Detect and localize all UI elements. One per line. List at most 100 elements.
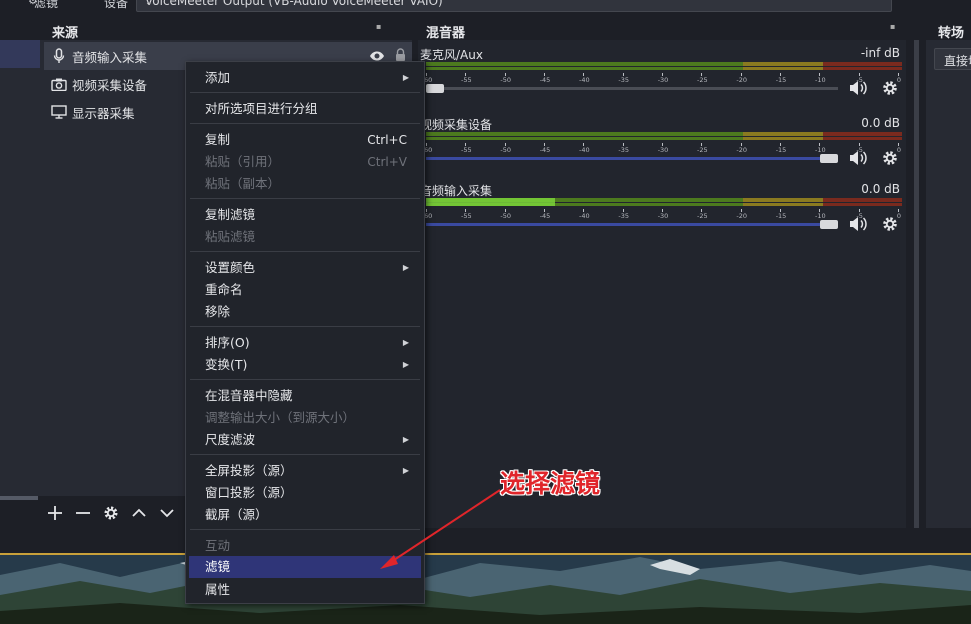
- device-select[interactable]: VoiceMeeter Output (VB-Audio VoiceMeeter…: [136, 0, 892, 12]
- top-bar: ⚙ 滤镜 设备 VoiceMeeter Output (VB-Audio Voi…: [0, 0, 971, 12]
- speaker-icon[interactable]: [848, 214, 868, 234]
- scale-label: -10: [815, 212, 826, 220]
- meter-segment: [822, 137, 902, 140]
- source-properties-gear-icon[interactable]: [102, 504, 120, 522]
- sources-float-icon[interactable]: ▪: [376, 22, 381, 40]
- menu-item: 粘贴滤镜: [189, 226, 421, 248]
- meter-scale: -60 -55 -50 -45 -40 -35 -30 -25 -20 -15 -10 -5 0: [422, 73, 902, 87]
- volume-slider[interactable]: [426, 84, 838, 93]
- gear-icon[interactable]: [880, 148, 900, 168]
- mixer-channel-db: 0.0 dB: [861, 116, 900, 130]
- source-label: 显示器采集: [72, 105, 135, 121]
- volume-slider[interactable]: [426, 220, 838, 229]
- meter-segment: [426, 62, 744, 66]
- menu-item[interactable]: 属性: [189, 579, 421, 601]
- scene-item-selected[interactable]: [0, 40, 40, 68]
- menu-item[interactable]: 截屏（源）: [189, 504, 421, 526]
- scale-label: -10: [815, 146, 826, 154]
- submenu-arrow-icon: ▶: [402, 435, 409, 444]
- meter-segment: [743, 198, 823, 202]
- menu-item[interactable]: 窗口投影（源）: [189, 482, 421, 504]
- move-up-chevron-icon[interactable]: [130, 504, 148, 522]
- menu-item-label: 粘贴（副本）: [205, 176, 281, 191]
- scale-label: -20: [736, 212, 747, 220]
- menu-item[interactable]: 变换(T) ▶: [189, 354, 421, 376]
- menu-item[interactable]: 全屏投影（源） ▶: [189, 460, 421, 482]
- gear-icon[interactable]: [880, 78, 900, 98]
- meter-level: [426, 198, 555, 206]
- sources-dock-title: 来源: [52, 26, 79, 41]
- transitions-dock-title: 转场特: [938, 26, 965, 60]
- menu-item-label: 复制: [205, 132, 231, 147]
- menu-item[interactable]: 对所选项目进行分组: [189, 98, 421, 120]
- menu-item-label: 排序(O): [205, 335, 250, 350]
- menu-item[interactable]: 复制滤镜: [189, 204, 421, 226]
- menu-item[interactable]: 排序(O) ▶: [189, 332, 421, 354]
- meter-segment: [743, 62, 823, 66]
- scale-label: -35: [618, 146, 629, 154]
- menu-item-shortcut: Ctrl+C: [367, 133, 407, 147]
- source-label: 视频采集设备: [72, 77, 148, 93]
- volume-slider-knob[interactable]: [426, 84, 444, 93]
- gear-icon[interactable]: [880, 214, 900, 234]
- menu-item[interactable]: 尺度滤波 ▶: [189, 429, 421, 451]
- scale-label: -15: [775, 212, 787, 220]
- scale-label: -15: [775, 76, 787, 84]
- menu-item-label: 调整输出大小（到源大小）: [205, 410, 356, 425]
- speaker-icon[interactable]: [848, 148, 868, 168]
- meter-segment: [426, 132, 744, 136]
- volume-slider[interactable]: [426, 154, 838, 163]
- menu-item-label: 变换(T): [205, 357, 248, 372]
- menu-item[interactable]: 移除: [189, 301, 421, 323]
- menu-separator: [190, 123, 420, 124]
- menu-separator: [190, 379, 420, 380]
- remove-source-button[interactable]: [74, 504, 92, 522]
- submenu-arrow-icon: ▶: [402, 73, 409, 82]
- volume-slider-knob[interactable]: [820, 154, 838, 163]
- speaker-icon[interactable]: [848, 78, 868, 98]
- scale-label: -40: [579, 76, 590, 84]
- mixer-float-icon[interactable]: ▪: [890, 22, 895, 40]
- scale-label: -25: [697, 212, 708, 220]
- mixer-channel-db: 0.0 dB: [861, 182, 900, 196]
- volume-meter: [426, 132, 902, 140]
- menu-item[interactable]: 重命名: [189, 279, 421, 301]
- volume-meter: [426, 198, 902, 206]
- menu-item-label: 粘贴（引用）: [205, 154, 281, 169]
- scene-scrollbar[interactable]: [0, 496, 38, 500]
- menu-item[interactable]: 在混音器中隐藏: [189, 385, 421, 407]
- menu-item[interactable]: 设置颜色 ▶: [189, 257, 421, 279]
- move-down-chevron-icon[interactable]: [158, 504, 176, 522]
- preview-landscape-image: [0, 555, 971, 624]
- meter-segment: [822, 62, 902, 66]
- scale-label: -30: [657, 76, 669, 84]
- menu-separator: [190, 251, 420, 252]
- menu-item[interactable]: 添加 ▶: [189, 67, 421, 89]
- menu-separator: [190, 326, 420, 327]
- mixer-channel-name: 视频采集设备: [420, 118, 493, 132]
- menu-separator: [190, 454, 420, 455]
- submenu-arrow-icon: ▶: [402, 263, 409, 272]
- menu-item-label: 互动: [205, 538, 231, 553]
- meter-segment: [822, 67, 902, 70]
- menu-item-label: 在混音器中隐藏: [205, 388, 293, 403]
- scale-label: -50: [500, 76, 511, 84]
- scale-label: -45: [539, 76, 551, 84]
- meter-segment: [822, 203, 902, 206]
- filters-button[interactable]: 滤镜: [34, 0, 58, 11]
- meter-segment: [743, 203, 823, 206]
- menu-item[interactable]: 复制 Ctrl+C: [189, 129, 421, 151]
- scale-label: -25: [697, 146, 708, 154]
- transition-select[interactable]: 直接切: [934, 48, 971, 70]
- camera-icon: [48, 78, 70, 91]
- menu-item: 粘贴（引用） Ctrl+V: [189, 151, 421, 173]
- scale-label: -45: [539, 146, 551, 154]
- add-source-button[interactable]: [46, 504, 64, 522]
- volume-slider-knob[interactable]: [820, 220, 838, 229]
- menu-separator: [190, 92, 420, 93]
- menu-item-label: 窗口投影（源）: [205, 485, 293, 500]
- mixer-scrollbar[interactable]: [914, 40, 919, 528]
- menu-item[interactable]: 滤镜: [189, 556, 421, 578]
- preview-canvas[interactable]: [0, 555, 971, 624]
- volume-meter: [426, 62, 902, 70]
